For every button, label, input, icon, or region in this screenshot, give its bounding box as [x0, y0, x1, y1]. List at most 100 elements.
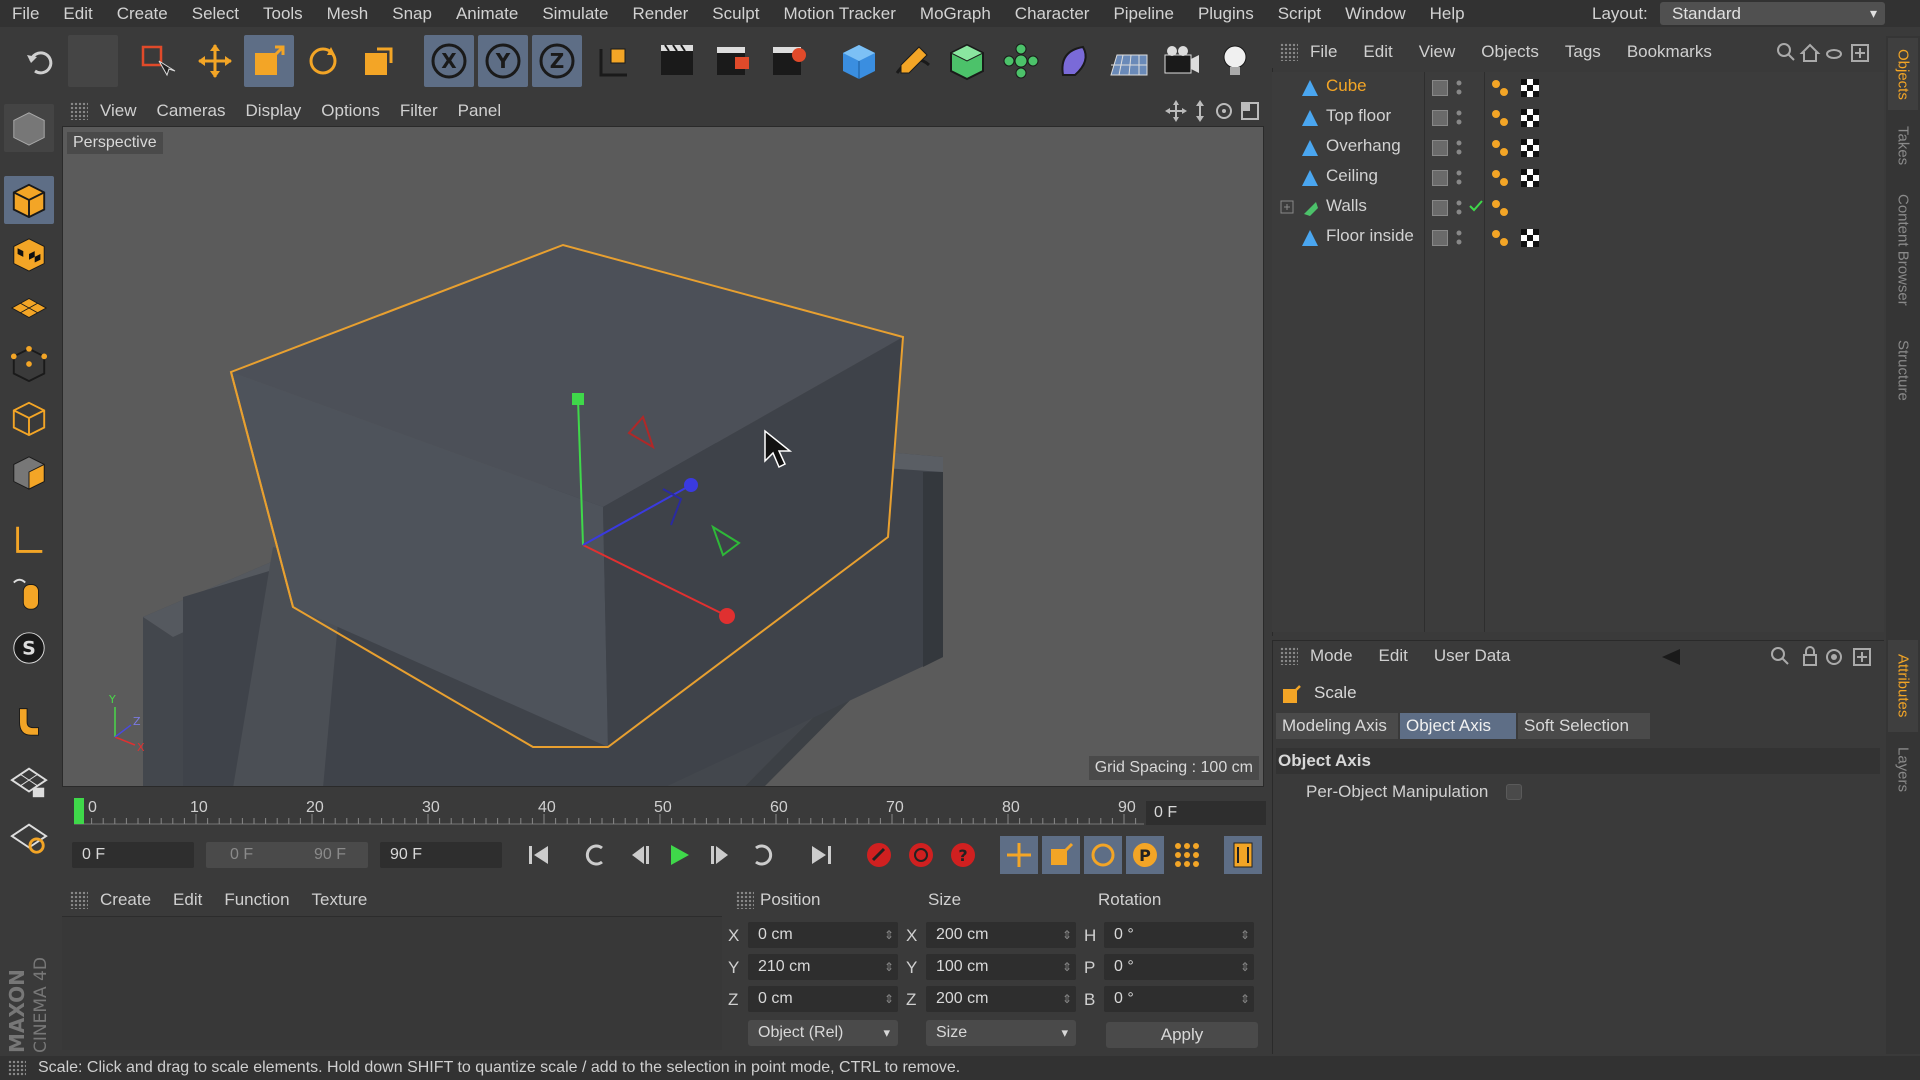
- previous-key-icon[interactable]: [576, 836, 614, 874]
- locked-workplane-icon[interactable]: [4, 758, 54, 806]
- menu-help[interactable]: Help: [1418, 4, 1477, 24]
- apply-button[interactable]: Apply: [1106, 1022, 1258, 1048]
- phong-tag-icon[interactable]: [1490, 108, 1510, 128]
- keyframe-selection-icon[interactable]: ?: [944, 836, 982, 874]
- key-position-icon[interactable]: [1000, 836, 1038, 874]
- pen-spline-icon[interactable]: [888, 35, 938, 87]
- camera-icon[interactable]: [1156, 35, 1206, 87]
- live-selection-icon[interactable]: [132, 35, 182, 87]
- key-rotation-icon[interactable]: [1084, 836, 1122, 874]
- phong-tag-icon[interactable]: [1490, 138, 1510, 158]
- om-menu-objects[interactable]: Objects: [1481, 42, 1539, 62]
- size-z-field[interactable]: 200 cm: [926, 986, 1076, 1012]
- visibility-toggle[interactable]: [1432, 140, 1448, 156]
- position-x-field[interactable]: 0 cm: [748, 922, 898, 948]
- om-menu-tags[interactable]: Tags: [1565, 42, 1601, 62]
- rotation-b-field[interactable]: 0 °: [1104, 986, 1254, 1012]
- coordinate-system-icon[interactable]: [588, 35, 638, 87]
- enable-axis-icon[interactable]: [4, 516, 54, 564]
- texture-mode-icon[interactable]: [4, 230, 54, 278]
- om-menu-view[interactable]: View: [1419, 42, 1456, 62]
- tab-objects[interactable]: Objects: [1888, 38, 1918, 110]
- menu-render[interactable]: Render: [620, 4, 700, 24]
- autokeying-icon[interactable]: [902, 836, 940, 874]
- per-object-manipulation-checkbox[interactable]: [1506, 784, 1522, 800]
- viewport-menu-cameras[interactable]: Cameras: [157, 101, 242, 121]
- timeline[interactable]: 0 10 20 30 40 50 60 70 80 90: [62, 790, 1268, 830]
- panel-grip-icon[interactable]: [70, 102, 88, 120]
- planar-workplane-icon[interactable]: [4, 814, 54, 862]
- position-z-field[interactable]: 0 cm: [748, 986, 898, 1012]
- menu-animate[interactable]: Animate: [444, 4, 530, 24]
- phong-tag-icon[interactable]: [1490, 168, 1510, 188]
- lock-icon[interactable]: [1803, 646, 1817, 666]
- render-visibility-dots[interactable]: [1456, 138, 1462, 158]
- object-name[interactable]: Overhang: [1326, 136, 1401, 156]
- visibility-toggle[interactable]: [1432, 170, 1448, 186]
- object-name[interactable]: Top floor: [1326, 106, 1391, 126]
- object-name[interactable]: Walls: [1326, 196, 1367, 216]
- om-menu-bookmarks[interactable]: Bookmarks: [1627, 42, 1712, 62]
- key-parameter-icon[interactable]: P: [1126, 836, 1164, 874]
- render-visibility-dots[interactable]: [1456, 78, 1462, 98]
- floor-icon[interactable]: [1104, 35, 1154, 87]
- menu-window[interactable]: Window: [1333, 4, 1417, 24]
- start-frame-field[interactable]: 0 F: [72, 842, 194, 868]
- record-keys-icon[interactable]: [860, 836, 898, 874]
- size-mode-dropdown[interactable]: Size: [926, 1020, 1076, 1046]
- tab-structure[interactable]: Structure: [1888, 328, 1918, 412]
- current-frame-field[interactable]: 0 F: [1146, 801, 1266, 825]
- viewport-maximize-icon[interactable]: [1241, 102, 1259, 120]
- tab-soft-selection[interactable]: Soft Selection: [1518, 713, 1650, 739]
- tab-attributes[interactable]: Attributes: [1888, 640, 1918, 732]
- play-icon[interactable]: [660, 836, 698, 874]
- recent-tool-icon[interactable]: [352, 35, 402, 87]
- model-mode-icon[interactable]: [4, 176, 54, 224]
- go-to-end-icon[interactable]: [802, 836, 840, 874]
- menu-create[interactable]: Create: [105, 4, 180, 24]
- make-editable-icon[interactable]: [4, 104, 54, 152]
- end-frame-field[interactable]: 90 F: [380, 842, 502, 868]
- light-icon[interactable]: [1210, 35, 1260, 87]
- texture-tag-icon[interactable]: [1520, 168, 1540, 188]
- render-visibility-dots[interactable]: [1456, 228, 1462, 248]
- panel-grip-icon[interactable]: [8, 1060, 26, 1076]
- tab-content-browser[interactable]: Content Browser: [1888, 180, 1918, 320]
- new-panel-icon[interactable]: [1853, 648, 1871, 666]
- object-row-walls[interactable]: Walls: [1276, 192, 1884, 222]
- object-name[interactable]: Ceiling: [1326, 166, 1378, 186]
- layout-dropdown[interactable]: Standard: [1660, 2, 1885, 25]
- attr-menu-user-data[interactable]: User Data: [1434, 646, 1511, 666]
- go-to-start-icon[interactable]: [520, 836, 558, 874]
- menu-sculpt[interactable]: Sculpt: [700, 4, 771, 24]
- phong-tag-icon[interactable]: [1490, 228, 1510, 248]
- render-view-icon[interactable]: [652, 35, 702, 87]
- object-row-overhang[interactable]: Overhang: [1276, 132, 1884, 162]
- z-axis-lock-icon[interactable]: Z: [532, 35, 582, 87]
- tab-layers[interactable]: Layers: [1888, 740, 1918, 800]
- subdivision-icon[interactable]: [942, 35, 992, 87]
- move-icon[interactable]: [190, 35, 240, 87]
- menu-mesh[interactable]: Mesh: [315, 4, 381, 24]
- menu-file[interactable]: File: [0, 4, 51, 24]
- next-frame-icon[interactable]: [702, 836, 740, 874]
- rotation-p-field[interactable]: 0 °: [1104, 954, 1254, 980]
- panel-grip-icon[interactable]: [736, 891, 754, 909]
- menu-script[interactable]: Script: [1266, 4, 1333, 24]
- rotate-icon[interactable]: [298, 35, 348, 87]
- search-icon[interactable]: [1771, 647, 1789, 665]
- texture-tag-icon[interactable]: [1520, 108, 1540, 128]
- viewport-menu-panel[interactable]: Panel: [458, 101, 517, 121]
- cube-primitive-icon[interactable]: [834, 35, 884, 87]
- render-visibility-dots[interactable]: [1456, 168, 1462, 188]
- size-x-field[interactable]: 200 cm: [926, 922, 1076, 948]
- tab-object-axis[interactable]: Object Axis: [1400, 713, 1516, 739]
- menu-plugins[interactable]: Plugins: [1186, 4, 1266, 24]
- viewport-menu-options[interactable]: Options: [321, 101, 396, 121]
- viewport-menu-filter[interactable]: Filter: [400, 101, 454, 121]
- points-mode-icon[interactable]: [4, 340, 54, 388]
- snapping-icon[interactable]: [4, 696, 54, 744]
- viewport-rotate-icon[interactable]: [1216, 103, 1232, 119]
- visibility-toggle[interactable]: [1432, 230, 1448, 246]
- om-menu-file[interactable]: File: [1310, 42, 1337, 62]
